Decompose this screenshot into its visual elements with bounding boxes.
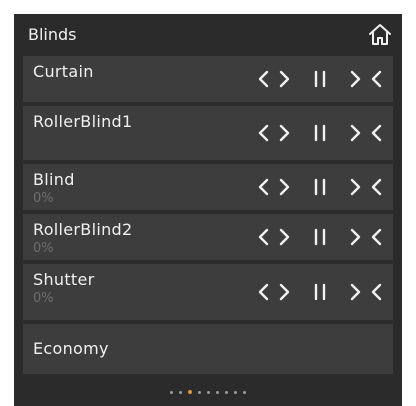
blind-row-rollerblind2: RollerBlind2 0% (23, 214, 393, 260)
pause-icon (314, 124, 326, 142)
row-name: Curtain (33, 62, 94, 81)
page-dot[interactable] (216, 390, 219, 394)
open-arrows-icon (258, 283, 290, 301)
page-dot[interactable] (170, 390, 173, 394)
open-button[interactable] (253, 56, 295, 102)
open-button[interactable] (253, 214, 295, 260)
close-button[interactable] (345, 264, 387, 320)
row-name: RollerBlind1 (33, 112, 133, 131)
blind-row-rollerblind1: RollerBlind1 (23, 106, 393, 160)
page-indicator (14, 388, 402, 396)
open-button[interactable] (253, 264, 295, 320)
page-dot[interactable] (225, 390, 228, 394)
close-button[interactable] (345, 214, 387, 260)
close-arrows-icon (350, 178, 382, 196)
row-name: Economy (33, 339, 109, 358)
open-button[interactable] (253, 164, 295, 210)
page-title: Blinds (28, 25, 77, 44)
stop-button[interactable] (305, 56, 335, 102)
close-arrows-icon (350, 283, 382, 301)
page-dot[interactable] (243, 390, 246, 394)
row-name: Shutter (33, 270, 95, 289)
open-arrows-icon (258, 124, 290, 142)
blind-row-curtain: Curtain (23, 56, 393, 102)
page-dot-active[interactable] (188, 390, 192, 394)
stop-button[interactable] (305, 164, 335, 210)
close-arrows-icon (350, 124, 382, 142)
open-button[interactable] (253, 106, 295, 160)
blind-row-blind: Blind 0% (23, 164, 393, 210)
close-arrows-icon (350, 228, 382, 246)
page-dot[interactable] (207, 390, 210, 394)
position-value: 0% (33, 291, 54, 306)
close-button[interactable] (345, 164, 387, 210)
close-button[interactable] (345, 56, 387, 102)
position-value: 0% (33, 241, 54, 256)
pause-icon (314, 178, 326, 196)
pause-icon (314, 228, 326, 246)
open-arrows-icon (258, 178, 290, 196)
page-dot[interactable] (198, 390, 201, 394)
stop-button[interactable] (305, 264, 335, 320)
blinds-panel: Blinds Curtain RollerBlind1 Blind 0% Rol… (14, 14, 402, 406)
pause-icon (314, 283, 326, 301)
close-arrows-icon (350, 70, 382, 88)
pause-icon (314, 70, 326, 88)
position-value: 0% (33, 191, 54, 206)
open-arrows-icon (258, 70, 290, 88)
blind-row-shutter: Shutter 0% (23, 264, 393, 320)
page-dot[interactable] (179, 390, 182, 394)
stop-button[interactable] (305, 214, 335, 260)
row-name: RollerBlind2 (33, 220, 133, 239)
page-dot[interactable] (234, 390, 237, 394)
stop-button[interactable] (305, 106, 335, 160)
header: Blinds (14, 14, 402, 56)
economy-row[interactable]: Economy (23, 324, 393, 374)
close-button[interactable] (345, 106, 387, 160)
home-icon[interactable] (366, 20, 394, 48)
row-name: Blind (33, 170, 75, 189)
open-arrows-icon (258, 228, 290, 246)
